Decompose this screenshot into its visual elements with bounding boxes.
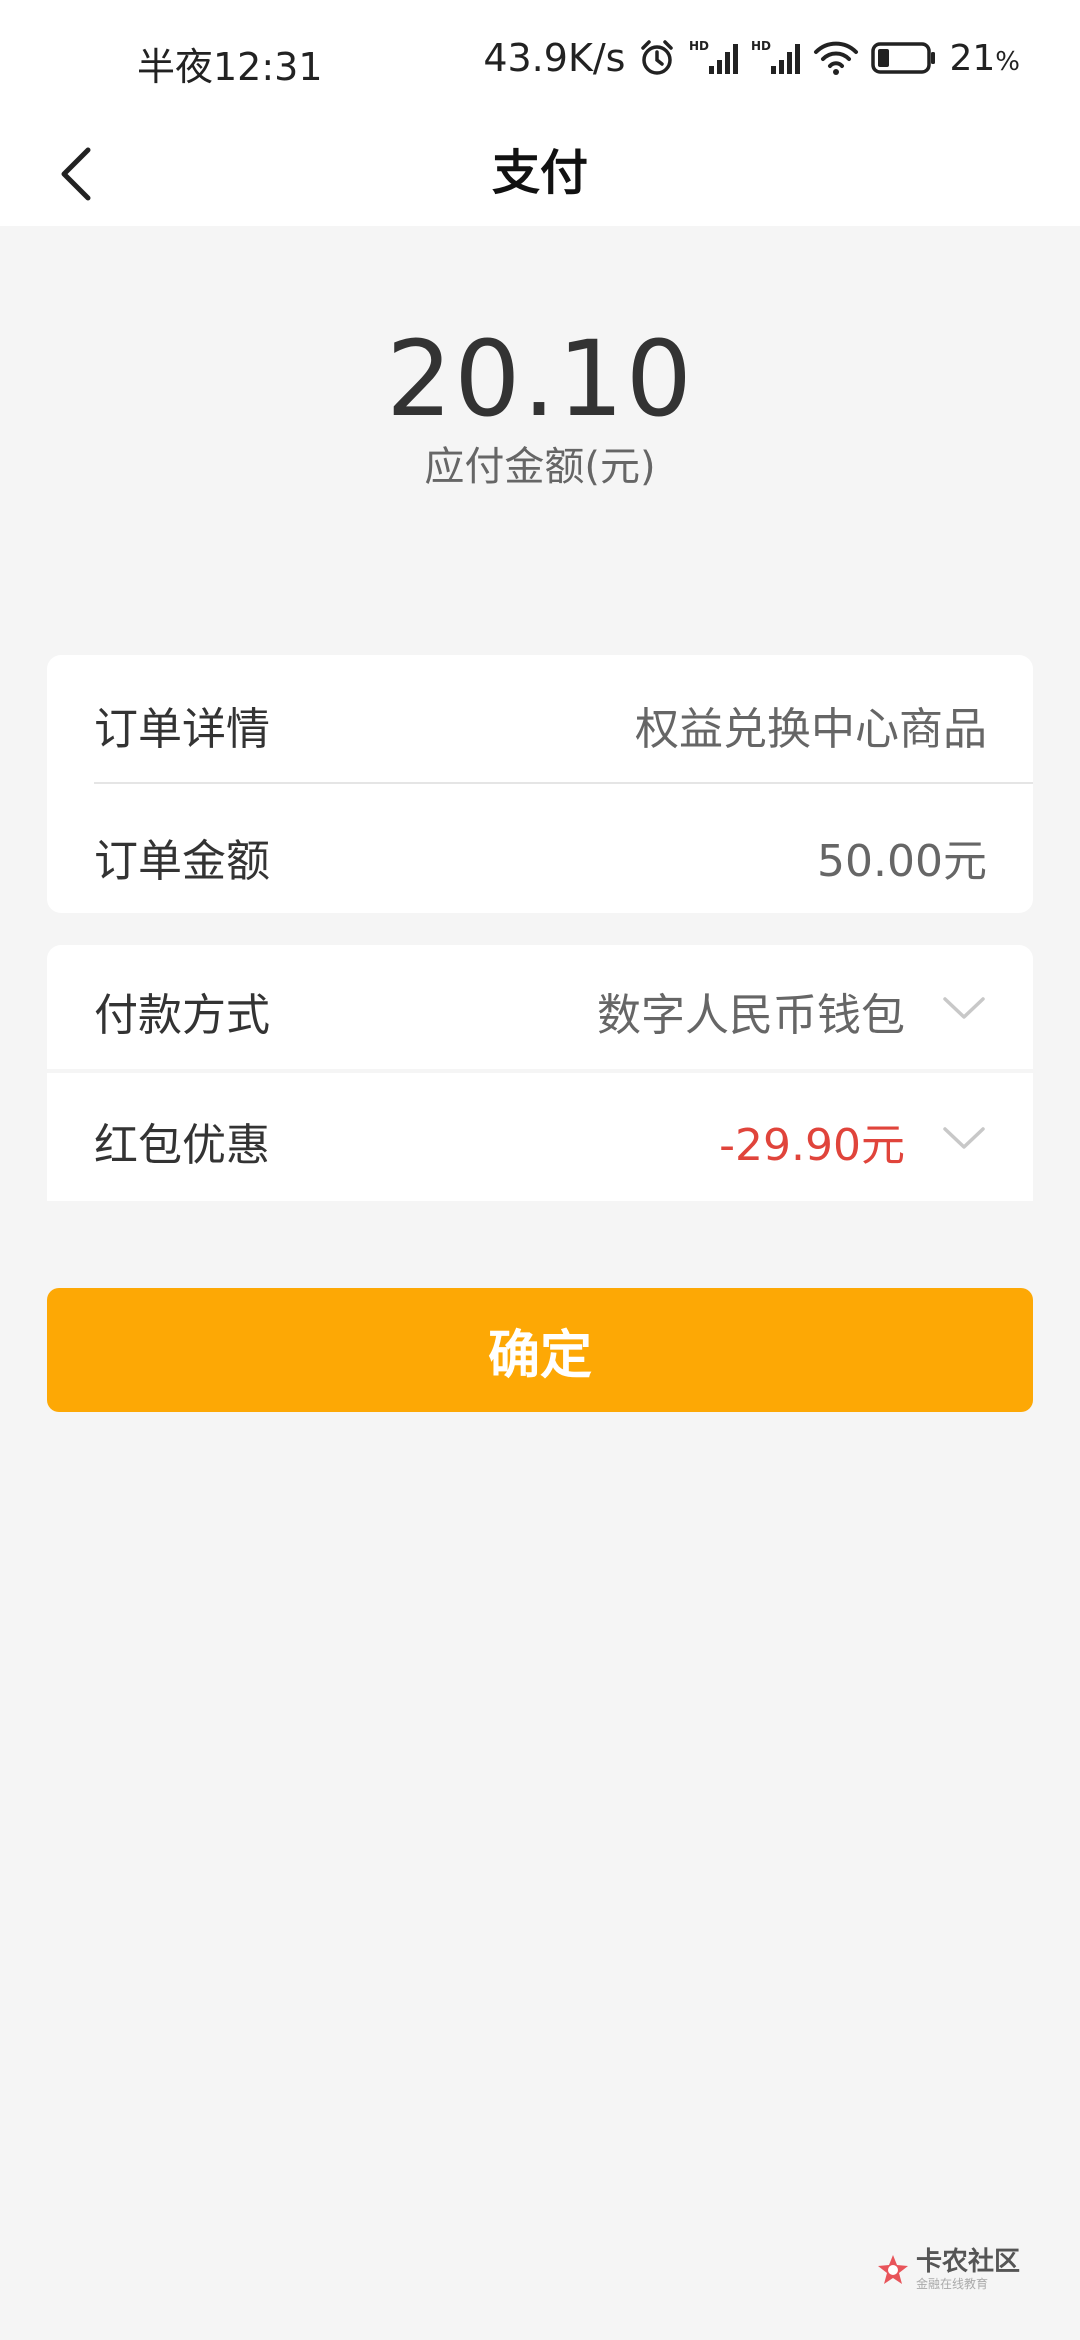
order-detail-label: 订单详情 [94, 704, 270, 755]
svg-text:HD: HD [751, 39, 771, 53]
order-amount-value: 50.00元 [817, 836, 987, 887]
wifi-icon [813, 38, 859, 78]
watermark-subtitle: 金融在线教育 [915, 2277, 988, 2291]
battery-unit: % [995, 46, 1020, 77]
hd-signal-icon: HD [689, 38, 739, 78]
svg-text:HD: HD [689, 39, 709, 53]
status-indicators: 43.9K/s HD HD 21% [483, 36, 1020, 80]
payment-method-label: 付款方式 [94, 990, 270, 1041]
discount-label: 红包优惠 [94, 1120, 270, 1171]
watermark-title: 卡农社区 [915, 2247, 1020, 2277]
header: 支付 [0, 120, 1080, 226]
hd-signal-icon: HD [751, 38, 801, 78]
confirm-button[interactable]: 确定 [47, 1288, 1033, 1412]
payment-method-value: 数字人民币钱包 [597, 990, 905, 1041]
chevron-down-icon[interactable] [941, 993, 987, 1023]
status-time: 半夜12:31 [137, 45, 323, 89]
kanong-logo-icon [877, 2255, 908, 2284]
battery-icon [871, 41, 937, 75]
watermark: 卡农社区 金融在线教育 [876, 2248, 1020, 2292]
alarm-icon [637, 38, 677, 78]
status-bar: 半夜12:31 43.9K/s HD HD 21% [0, 0, 1080, 120]
payable-amount-label: 应付金额(元) [424, 444, 656, 490]
order-amount-label: 订单金额 [94, 836, 270, 887]
order-detail-value: 权益兑换中心商品 [635, 704, 987, 755]
network-speed: 43.9K/s [483, 36, 626, 80]
divider [94, 782, 1033, 784]
page-title: 支付 [491, 145, 588, 201]
payable-amount: 20.10 [386, 318, 694, 440]
payment-method-row[interactable]: 付款方式 数字人民币钱包 [47, 945, 1033, 1069]
battery-level: 21% [949, 37, 1020, 79]
chevron-down-icon[interactable] [941, 1123, 987, 1153]
discount-value: -29.90元 [719, 1120, 905, 1171]
red-packet-discount-row[interactable]: 红包优惠 -29.90元 [47, 1073, 1033, 1201]
order-card: 订单详情 权益兑换中心商品 订单金额 50.00元 [47, 655, 1033, 913]
